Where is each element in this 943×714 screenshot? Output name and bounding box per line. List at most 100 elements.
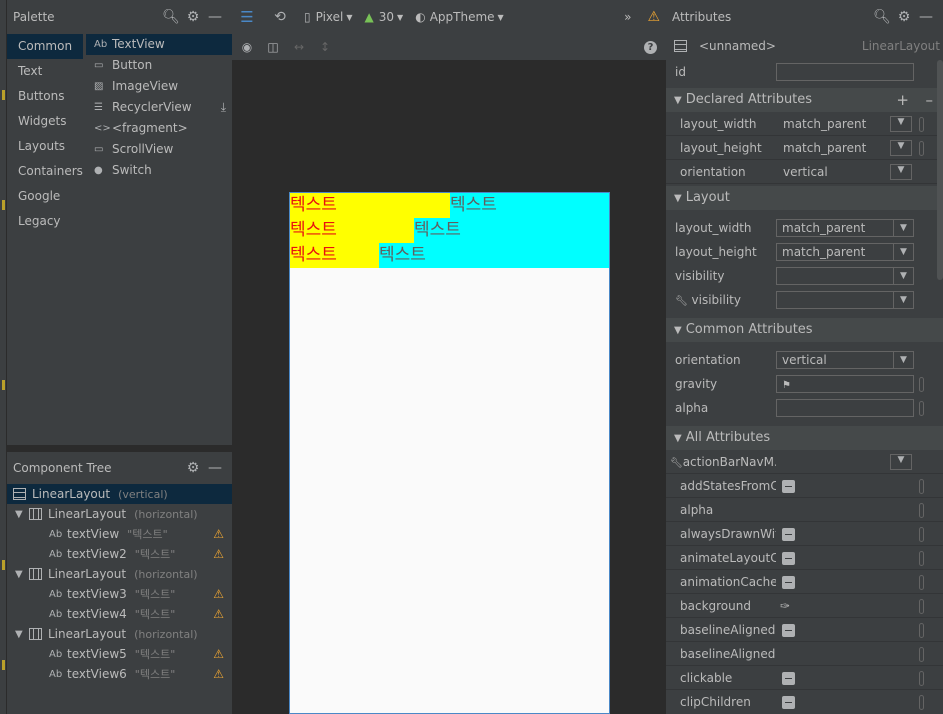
minimize-icon[interactable]: — bbox=[204, 460, 226, 476]
collapse-box-icon[interactable] bbox=[782, 479, 795, 493]
attr-flag[interactable] bbox=[919, 116, 924, 132]
preview-textview-1[interactable]: 텍스트 bbox=[290, 193, 450, 218]
tree-row[interactable]: ▼ LinearLayout (horizontal) bbox=[7, 564, 232, 584]
preview-textview-5[interactable]: 텍스트 bbox=[290, 243, 379, 268]
collapse-box-icon[interactable] bbox=[782, 623, 795, 637]
layers-icon[interactable]: ☰ bbox=[232, 8, 262, 26]
tree-row[interactable]: Ab textView5 "텍스트" ⚠ bbox=[7, 644, 232, 664]
tools-visibility-select[interactable]: ▼ bbox=[776, 291, 914, 309]
gear-icon[interactable]: ⚙ bbox=[182, 9, 204, 25]
expand-triangle-icon[interactable]: ▼ bbox=[15, 629, 29, 640]
attr-flag[interactable] bbox=[919, 550, 924, 566]
tree-row[interactable]: ▼ LinearLayout (horizontal) bbox=[7, 504, 232, 524]
visibility-select[interactable]: ▼ bbox=[776, 267, 914, 285]
palette-item-recyclerview[interactable]: ☰ RecyclerView ⤓ bbox=[86, 97, 232, 118]
tree-row[interactable]: Ab textView3 "텍스트" ⚠ bbox=[7, 584, 232, 604]
preview-textview-3[interactable]: 텍스트 bbox=[290, 218, 414, 243]
attr-flag[interactable] bbox=[919, 598, 924, 614]
gear-icon[interactable]: ⚙ bbox=[182, 460, 204, 476]
warning-icon[interactable]: ⚠ bbox=[213, 527, 224, 541]
tree-row[interactable]: Ab textView "텍스트" ⚠ bbox=[7, 524, 232, 544]
theme-selector[interactable]: AppTheme bbox=[430, 10, 495, 24]
expand-triangle-icon[interactable]: ▼ bbox=[15, 509, 29, 520]
chevron-down-icon[interactable]: ▼ bbox=[397, 13, 403, 22]
warning-icon[interactable]: ⚠ bbox=[647, 9, 660, 25]
attr-flag[interactable] bbox=[919, 670, 924, 686]
collapse-triangle-icon[interactable]: ▼ bbox=[674, 325, 682, 336]
attr-value[interactable]: match_parent bbox=[783, 117, 866, 131]
attr-flag[interactable] bbox=[919, 478, 924, 494]
preview-row-3[interactable]: 텍스트 텍스트 bbox=[290, 243, 609, 268]
tree-row[interactable]: LinearLayout (vertical) bbox=[7, 484, 232, 504]
minimize-icon[interactable]: — bbox=[915, 9, 937, 25]
attr-flag[interactable] bbox=[919, 400, 924, 416]
download-icon[interactable]: ⤓ bbox=[221, 97, 226, 118]
collapse-box-icon[interactable] bbox=[782, 527, 795, 541]
remove-icon[interactable]: – bbox=[926, 88, 934, 112]
tree-row[interactable]: Ab textView6 "텍스트" ⚠ bbox=[7, 664, 232, 684]
id-input[interactable] bbox=[776, 63, 914, 81]
preview-row-1[interactable]: 텍스트 텍스트 bbox=[290, 193, 609, 218]
attr-value[interactable]: vertical bbox=[783, 165, 828, 179]
chevron-down-icon[interactable]: ▼ bbox=[890, 140, 912, 156]
minimize-icon[interactable]: — bbox=[204, 9, 226, 25]
section-common-attributes[interactable]: ▼ Common Attributes bbox=[666, 318, 943, 342]
palette-category-layouts[interactable]: Layouts bbox=[7, 134, 83, 159]
layout-width-select[interactable]: match_parent ▼ bbox=[776, 219, 914, 237]
collapse-triangle-icon[interactable]: ▼ bbox=[674, 193, 682, 204]
flag-icon[interactable]: ⚑ bbox=[782, 380, 791, 391]
palette-item-textview[interactable]: Ab TextView bbox=[86, 34, 232, 55]
orientation-select[interactable]: vertical ▼ bbox=[776, 351, 914, 369]
warning-icon[interactable]: ⚠ bbox=[213, 667, 224, 681]
api-selector[interactable]: 30 bbox=[379, 10, 394, 24]
chevron-down-icon[interactable]: ▼ bbox=[893, 292, 913, 308]
add-icon[interactable]: + bbox=[896, 88, 909, 112]
help-icon[interactable]: ? bbox=[644, 40, 657, 54]
collapse-triangle-icon[interactable]: ▼ bbox=[674, 95, 682, 106]
palette-item-imageview[interactable]: ▨ ImageView bbox=[86, 76, 232, 97]
tree-row[interactable]: Ab textView4 "텍스트" ⚠ bbox=[7, 604, 232, 624]
horizontal-resize-icon[interactable]: ↔ bbox=[284, 40, 314, 54]
palette-item-scrollview[interactable]: ▭ ScrollView bbox=[86, 139, 232, 160]
orientation-icon[interactable]: ⟲ bbox=[262, 9, 298, 25]
warning-icon[interactable]: ⚠ bbox=[213, 647, 224, 661]
section-declared-attributes[interactable]: ▼ Declared Attributes + – bbox=[666, 88, 943, 112]
search-icon[interactable]: 🔍︎ bbox=[871, 9, 893, 25]
attr-value[interactable]: match_parent bbox=[783, 141, 866, 155]
preview-row-2[interactable]: 텍스트 텍스트 bbox=[290, 218, 609, 243]
preview-textview-6[interactable]: 텍스트 bbox=[379, 243, 426, 268]
alpha-input[interactable] bbox=[776, 399, 914, 417]
eye-icon[interactable]: ◉ bbox=[232, 40, 262, 54]
collapse-box-icon[interactable] bbox=[782, 575, 795, 589]
attr-flag[interactable] bbox=[919, 646, 924, 662]
attr-flag[interactable] bbox=[919, 694, 924, 710]
gravity-input[interactable]: ⚑ bbox=[776, 375, 914, 393]
palette-category-buttons[interactable]: Buttons bbox=[7, 84, 83, 109]
palette-item-button[interactable]: ▭ Button bbox=[86, 55, 232, 76]
attr-flag[interactable] bbox=[919, 574, 924, 590]
preview-textview-2[interactable]: 텍스트 bbox=[450, 193, 497, 218]
device-selector[interactable]: Pixel bbox=[316, 10, 344, 24]
chevron-down-icon[interactable]: ▼ bbox=[890, 164, 912, 180]
attributes-scrollbar[interactable] bbox=[937, 60, 943, 280]
attr-flag[interactable] bbox=[919, 502, 924, 518]
attr-flag[interactable] bbox=[919, 526, 924, 542]
palette-category-containers[interactable]: Containers bbox=[7, 159, 83, 184]
expand-triangle-icon[interactable]: ▼ bbox=[15, 569, 29, 580]
attr-flag[interactable] bbox=[919, 376, 924, 392]
palette-category-common[interactable]: Common bbox=[7, 34, 83, 59]
palette-item-fragment[interactable]: <> <fragment> bbox=[86, 118, 232, 139]
chevron-down-icon[interactable]: ▼ bbox=[893, 220, 913, 236]
gear-icon[interactable]: ⚙ bbox=[893, 9, 915, 25]
eyedropper-icon[interactable]: ✑ bbox=[780, 599, 790, 613]
layout-height-select[interactable]: match_parent ▼ bbox=[776, 243, 914, 261]
attr-flag[interactable] bbox=[919, 140, 924, 156]
collapse-triangle-icon[interactable]: ▼ bbox=[674, 433, 682, 444]
warning-icon[interactable]: ⚠ bbox=[213, 607, 224, 621]
warning-icon[interactable]: ⚠ bbox=[213, 547, 224, 561]
chevron-down-icon[interactable]: ▼ bbox=[890, 454, 912, 470]
blueprint-icon[interactable]: ◫ bbox=[262, 40, 284, 54]
collapse-box-icon[interactable] bbox=[782, 671, 795, 685]
vertical-resize-icon[interactable]: ↕ bbox=[314, 40, 336, 54]
tree-row[interactable]: ▼ LinearLayout (horizontal) bbox=[7, 624, 232, 644]
